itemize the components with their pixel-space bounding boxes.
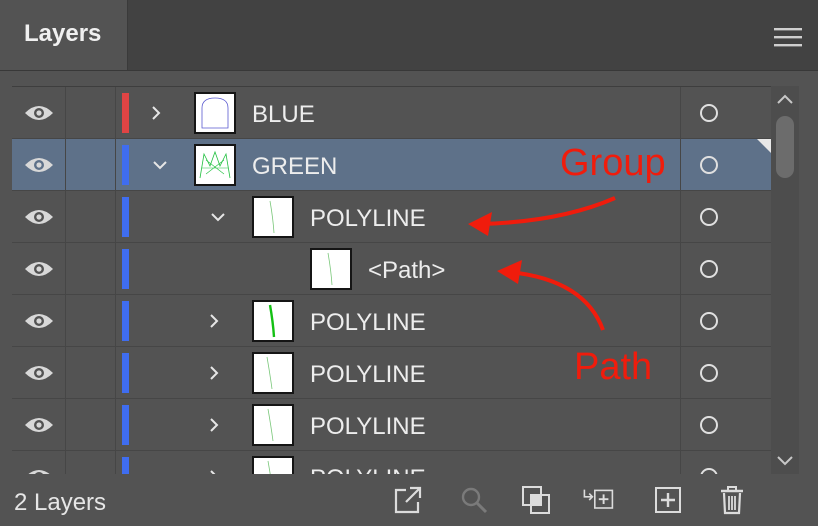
- layer-name[interactable]: POLYLINE: [310, 413, 426, 441]
- layer-row-blue[interactable]: BLUE: [12, 87, 771, 139]
- chevron-down-icon[interactable]: [152, 157, 168, 173]
- target-cell[interactable]: [680, 451, 771, 475]
- lock-toggle[interactable]: [66, 451, 116, 475]
- panel-footer: 2 Layers: [0, 474, 818, 526]
- layer-thumbnail: [252, 404, 294, 446]
- layer-count: 2 Layers: [14, 489, 107, 516]
- target-cell[interactable]: [680, 87, 771, 138]
- target-circle-icon[interactable]: [700, 312, 718, 330]
- layer-name[interactable]: POLYLINE: [310, 361, 426, 389]
- target-cell[interactable]: [680, 139, 771, 190]
- lock-toggle[interactable]: [66, 347, 116, 398]
- visibility-toggle[interactable]: [12, 451, 66, 475]
- hamburger-menu-icon[interactable]: [774, 26, 802, 48]
- layer-thumbnail: [252, 352, 294, 394]
- new-layer-icon[interactable]: [652, 484, 684, 516]
- lock-toggle[interactable]: [66, 399, 116, 450]
- search-icon[interactable]: [458, 484, 490, 516]
- scrollbar-thumb[interactable]: [776, 116, 794, 178]
- eye-icon[interactable]: [24, 311, 54, 331]
- export-icon[interactable]: [392, 484, 424, 516]
- eye-icon[interactable]: [24, 415, 54, 435]
- eye-icon[interactable]: [24, 259, 54, 279]
- layer-row-polyline[interactable]: POLYLINE: [12, 347, 771, 399]
- layer-thumbnail: [310, 248, 352, 290]
- layer-thumbnail: [252, 456, 294, 475]
- layer-color-swatch: [122, 457, 129, 475]
- target-cell[interactable]: [680, 347, 771, 398]
- target-circle-icon[interactable]: [700, 364, 718, 382]
- layer-row-polyline[interactable]: POLYLINE: [12, 191, 771, 243]
- layer-row-path[interactable]: <Path>: [12, 243, 771, 295]
- visibility-toggle[interactable]: [12, 243, 66, 294]
- layer-name[interactable]: <Path>: [368, 257, 445, 285]
- scrollbar[interactable]: [771, 86, 799, 474]
- chevron-right-icon[interactable]: [206, 313, 222, 329]
- target-circle-icon[interactable]: [700, 156, 718, 174]
- lock-toggle[interactable]: [66, 139, 116, 190]
- layer-thumbnail: [252, 196, 294, 238]
- annotation-path-label: Path: [574, 346, 653, 388]
- tab-label: Layers: [24, 20, 102, 47]
- layer-color-swatch: [122, 197, 129, 237]
- layer-name[interactable]: GREEN: [252, 153, 337, 181]
- panel-header: Layers: [0, 0, 818, 71]
- chevron-right-icon[interactable]: [206, 417, 222, 433]
- layer-color-swatch: [122, 145, 129, 185]
- target-circle-icon[interactable]: [700, 104, 718, 122]
- chevron-down-icon[interactable]: [775, 454, 795, 468]
- target-circle-icon[interactable]: [700, 260, 718, 278]
- visibility-toggle[interactable]: [12, 87, 66, 138]
- layer-name[interactable]: POLYLINE: [310, 309, 426, 337]
- layer-thumbnail: [194, 92, 236, 134]
- visibility-toggle[interactable]: [12, 399, 66, 450]
- lock-toggle[interactable]: [66, 191, 116, 242]
- layer-color-swatch: [122, 353, 129, 393]
- selection-indicator-icon: [757, 139, 771, 153]
- lock-toggle[interactable]: [66, 87, 116, 138]
- visibility-toggle[interactable]: [12, 191, 66, 242]
- layer-row-polyline[interactable]: POLYLINE: [12, 451, 771, 475]
- chevron-right-icon[interactable]: [148, 105, 164, 121]
- chevron-down-icon[interactable]: [210, 209, 226, 225]
- trash-icon[interactable]: [716, 484, 748, 516]
- chevron-up-icon[interactable]: [775, 92, 795, 106]
- visibility-toggle[interactable]: [12, 139, 66, 190]
- layer-thumbnail: [252, 300, 294, 342]
- layer-color-swatch: [122, 249, 129, 289]
- lock-toggle[interactable]: [66, 295, 116, 346]
- chevron-right-icon[interactable]: [206, 365, 222, 381]
- clipping-mask-icon[interactable]: [520, 484, 552, 516]
- tab-layers[interactable]: Layers: [0, 0, 128, 70]
- target-circle-icon[interactable]: [700, 416, 718, 434]
- layer-name[interactable]: BLUE: [252, 101, 315, 129]
- visibility-toggle[interactable]: [12, 347, 66, 398]
- layer-color-swatch: [122, 301, 129, 341]
- layer-thumbnail: [194, 144, 236, 186]
- layer-color-swatch: [122, 405, 129, 445]
- eye-icon[interactable]: [24, 363, 54, 383]
- target-cell[interactable]: [680, 295, 771, 346]
- visibility-toggle[interactable]: [12, 295, 66, 346]
- target-cell[interactable]: [680, 399, 771, 450]
- eye-icon[interactable]: [24, 103, 54, 123]
- target-circle-icon[interactable]: [700, 208, 718, 226]
- layer-name[interactable]: POLYLINE: [310, 205, 426, 233]
- target-cell[interactable]: [680, 243, 771, 294]
- target-cell[interactable]: [680, 191, 771, 242]
- layer-row-polyline[interactable]: POLYLINE: [12, 399, 771, 451]
- eye-icon[interactable]: [24, 207, 54, 227]
- eye-icon[interactable]: [24, 155, 54, 175]
- lock-toggle[interactable]: [66, 243, 116, 294]
- layer-color-swatch: [122, 93, 129, 133]
- create-sublayer-icon[interactable]: [582, 484, 614, 516]
- annotation-group-label: Group: [560, 142, 666, 184]
- layer-row-polyline[interactable]: POLYLINE: [12, 295, 771, 347]
